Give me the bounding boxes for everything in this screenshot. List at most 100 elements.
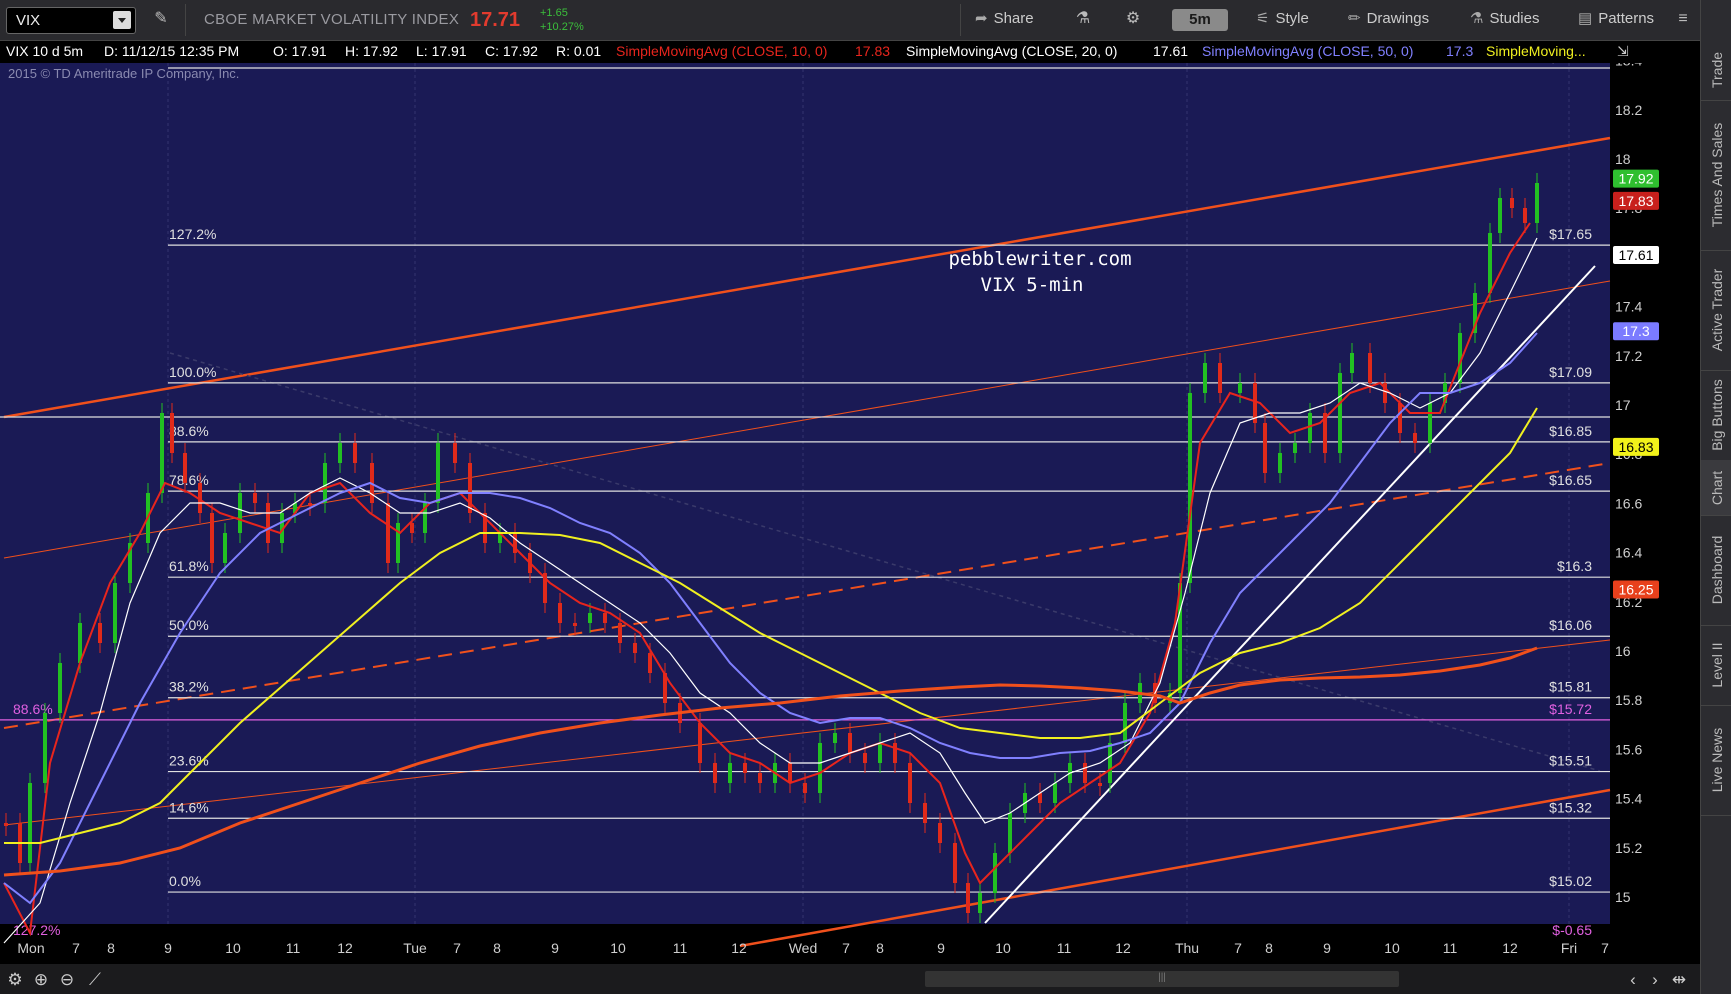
fib-level-label: 161.8% [169,63,216,65]
candle-body [1510,198,1514,208]
flask-icon[interactable]: ⚗ [1072,8,1094,30]
time-axis-label: 10 [1384,940,1400,956]
expand-icon[interactable]: ⇹ [1668,969,1690,991]
candle-body [58,663,62,713]
fib-level-price: $17.65 [1549,226,1592,242]
symbol-text: VIX [16,12,41,29]
candle-body [1498,198,1502,233]
nav-tab-level-ii[interactable]: Level II [1701,625,1731,706]
info-close: C: 17.92 [485,43,538,59]
time-scrollbar[interactable]: ||| [925,971,1399,987]
studies-button[interactable]: ⚗ Studies [1470,9,1540,27]
time-axis-label: 11 [286,940,301,956]
price-tag: 17.61 [1618,247,1653,263]
nav-tab-label: Times And Sales [1708,122,1725,228]
candle-body [223,533,227,563]
time-axis-label: 7 [1234,940,1242,956]
fib-level-price: $18.37 [1549,63,1592,65]
candle-body [978,893,982,913]
chevron-down-icon[interactable] [113,11,131,29]
fib-level-price: $16.65 [1549,472,1592,488]
gear-icon[interactable]: ⚙ [1122,8,1144,30]
drawings-button[interactable]: ✏ Drawings [1348,9,1429,27]
chart-canvas[interactable]: 161.8%$18.37127.2%$17.65100.0%$17.0988.6… [0,49,1700,964]
price-axis-label: 15.6 [1615,741,1642,757]
link-icon[interactable]: ✎ [150,8,172,30]
candle-body [953,843,957,883]
nav-tab-label: Live News [1708,727,1725,793]
watermark-subtitle: VIX 5-min [981,274,1084,296]
price-axis-label: 16.4 [1615,545,1642,561]
patterns-label: Patterns [1598,10,1655,27]
fib-level-label: 100.0% [169,364,216,380]
nav-tab-dashboard[interactable]: Dashboard [1701,515,1731,626]
candle-body [1098,783,1102,786]
fib-level-label: 38.2% [169,679,209,695]
candle-body [4,823,8,826]
nav-tab-active-trader[interactable]: Active Trader [1701,250,1731,371]
candle-body [603,613,607,623]
nav-tab-big-buttons[interactable]: Big Buttons [1701,370,1731,461]
zoom-out-icon[interactable]: ⊖ [56,969,78,991]
watermark-site: pebblewriter.com [948,248,1131,270]
chevron-left-icon[interactable]: ‹ [1622,969,1644,991]
candle-body [713,763,717,783]
zoom-in-icon[interactable]: ⊕ [30,969,52,991]
time-axis-label: 11 [673,940,688,956]
collapse-icon[interactable]: ⇲ [1617,43,1629,60]
candle-body [618,623,622,643]
candle-body [1083,763,1087,783]
candle-body [908,763,912,803]
patterns-button[interactable]: ▤ Patterns [1578,9,1654,27]
fib-level-price: $15.51 [1549,753,1592,769]
candle-body [1523,208,1527,223]
nav-tab-live-news[interactable]: Live News [1701,705,1731,816]
candle-body [863,753,867,763]
symbol-selector[interactable]: VIX [6,7,136,34]
candle-body [410,523,414,533]
style-button[interactable]: ⚟ Style [1256,9,1309,27]
share-icon: ➦ [975,10,988,27]
info-sma20-value: 17.61 [1153,43,1189,59]
info-date: D: 11/12/15 12:35 PM [104,43,240,59]
time-axis-label: 12 [731,940,747,956]
candle-body [160,413,164,493]
toolbar-divider [185,4,186,36]
nav-tab-trade[interactable]: Trade [1701,40,1731,101]
nav-tab-chart[interactable]: Chart [1701,460,1731,516]
candle-body [98,623,102,643]
draw-line-icon[interactable]: ⟋ [84,969,106,991]
time-axis-label: 12 [1502,940,1518,956]
share-button[interactable]: ➦ Share [975,9,1034,27]
candle-body [28,783,32,863]
price-tag: 16.25 [1618,582,1653,598]
nav-tab-label: Level II [1708,642,1725,688]
share-label: Share [993,10,1034,27]
candle-body [1398,403,1402,433]
change-box: +1.65 +10.27% [540,6,584,34]
menu-icon[interactable]: ≡ [1672,8,1694,30]
candle-body [1413,433,1417,443]
fib-level-price: $15.81 [1549,679,1592,695]
chevron-right-icon[interactable]: › [1644,969,1666,991]
candle-body [648,653,652,673]
price-axis-label: 17.4 [1615,299,1642,315]
nav-tab-label: Active Trader [1708,268,1725,352]
candle-body [698,723,702,763]
scroll-grip-icon: ||| [1158,972,1166,983]
candle-body [743,763,747,773]
timeframe-selector[interactable]: 5m [1172,9,1228,31]
candle-body [386,503,390,563]
candle-body [1535,183,1539,223]
magenta-level-price: $15.72 [1549,701,1592,717]
candle-body [396,523,400,563]
time-axis-label: 9 [164,940,172,956]
candle-body [1203,363,1207,393]
settings-icon[interactable]: ⚙ [4,969,26,991]
candle-body [1278,453,1282,473]
net-change: +1.65 [540,7,568,19]
time-axis-label: 10 [995,940,1011,956]
candle-body [803,783,807,793]
price-chart[interactable]: 161.8%$18.37127.2%$17.65100.0%$17.0988.6… [0,49,1700,994]
nav-tab-times-and-sales[interactable]: Times And Sales [1701,100,1731,251]
